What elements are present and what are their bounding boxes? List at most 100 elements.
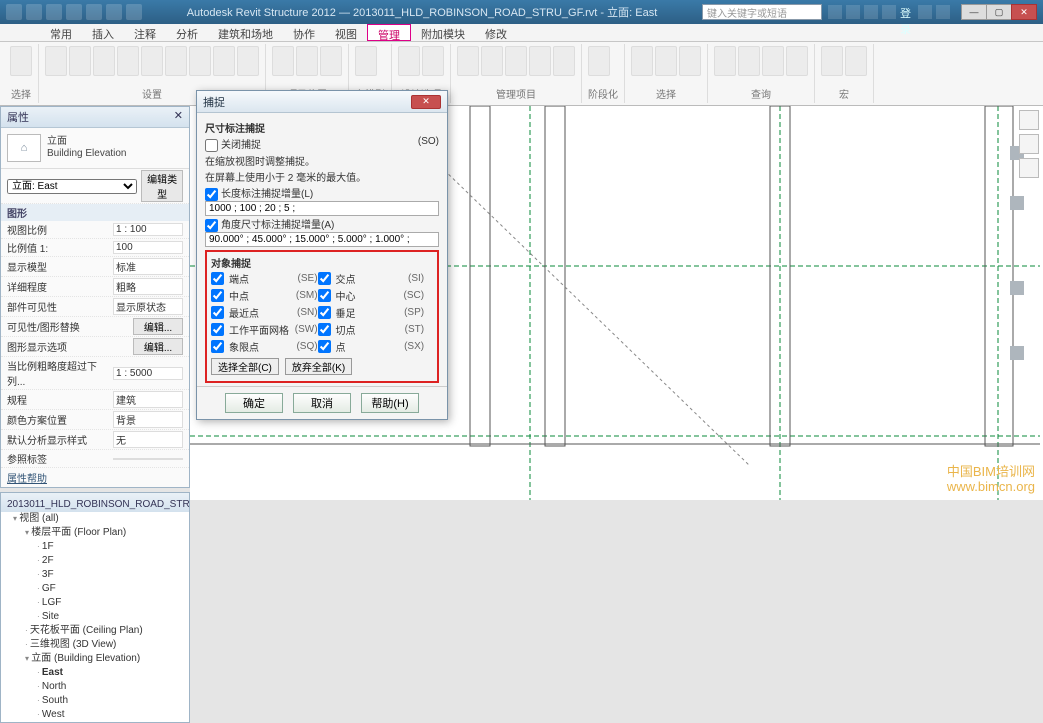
- ribbon-button[interactable]: [631, 46, 653, 76]
- angle-inc-input[interactable]: [205, 232, 439, 247]
- instance-selector[interactable]: 立面: East: [7, 179, 137, 194]
- ribbon-button[interactable]: [679, 46, 701, 76]
- snap-checkbox[interactable]: 交点(SI): [318, 270, 425, 287]
- tree-node[interactable]: 三维视图 (3D View): [25, 638, 189, 652]
- snap-checkbox[interactable]: 工作平面网格(SW): [211, 321, 318, 338]
- snap-checkbox[interactable]: 端点(SE): [211, 270, 318, 287]
- ribbon-button[interactable]: [93, 46, 115, 76]
- snap-checkbox[interactable]: 中点(SM): [211, 287, 318, 304]
- nav-wheel-icon[interactable]: [1019, 134, 1039, 154]
- tree-node[interactable]: 2F: [37, 554, 189, 568]
- angle-inc-checkbox[interactable]: 角度尺寸标注捕捉增量(A): [205, 220, 334, 231]
- ribbon-button[interactable]: [821, 46, 843, 76]
- ribbon-button[interactable]: [738, 46, 760, 76]
- qat-icon[interactable]: [126, 4, 142, 20]
- snap-off-checkbox[interactable]: 关闭捕捉 (SO): [205, 140, 261, 151]
- ribbon-button[interactable]: [237, 46, 259, 76]
- tree-node[interactable]: 3F: [37, 568, 189, 582]
- nav-pan-icon[interactable]: [1019, 158, 1039, 178]
- property-value[interactable]: 1 : 5000: [113, 367, 183, 380]
- ribbon-button[interactable]: [296, 46, 318, 76]
- menu-tab[interactable]: 附加模块: [411, 24, 475, 41]
- ribbon-button[interactable]: [320, 46, 342, 76]
- menu-tab[interactable]: 视图: [325, 24, 367, 41]
- tree-node[interactable]: 楼层平面 (Floor Plan): [25, 526, 189, 540]
- search-input[interactable]: 键入关键字或短语: [702, 4, 822, 20]
- dialog-close-button[interactable]: ✕: [411, 95, 441, 109]
- deselect-all-button[interactable]: 放弃全部(K): [285, 358, 352, 375]
- property-value[interactable]: 建筑: [113, 391, 183, 408]
- ribbon-button[interactable]: [213, 46, 235, 76]
- ribbon-button[interactable]: [117, 46, 139, 76]
- minimize-button[interactable]: —: [961, 4, 987, 20]
- snap-checkbox[interactable]: 垂足(SP): [318, 304, 425, 321]
- palette-close-icon[interactable]: ✕: [174, 109, 183, 125]
- ribbon-button[interactable]: [505, 46, 527, 76]
- qat-icon[interactable]: [26, 4, 42, 20]
- length-inc-checkbox[interactable]: 长度标注捕捉增量(L): [205, 189, 313, 200]
- select-all-button[interactable]: 选择全部(C): [211, 358, 279, 375]
- tree-node[interactable]: 1F: [37, 540, 189, 554]
- properties-help-link[interactable]: 属性帮助: [1, 468, 189, 487]
- qat-icon[interactable]: [106, 4, 122, 20]
- view-cube-tools[interactable]: [1019, 110, 1041, 178]
- property-value[interactable]: [113, 458, 183, 460]
- menu-tab[interactable]: 常用: [40, 24, 82, 41]
- tree-node[interactable]: South: [37, 694, 189, 708]
- edit-type-button[interactable]: 编辑类型: [141, 170, 183, 202]
- ribbon-button[interactable]: [422, 46, 444, 76]
- property-value[interactable]: 标准: [113, 258, 183, 275]
- ribbon-button[interactable]: [845, 46, 867, 76]
- ok-button[interactable]: 确定: [225, 393, 283, 413]
- tree-node[interactable]: LGF: [37, 596, 189, 610]
- property-edit-button[interactable]: 编辑...: [133, 338, 183, 355]
- quick-access-toolbar[interactable]: [6, 4, 142, 20]
- ribbon-button[interactable]: [553, 46, 575, 76]
- snap-checkbox[interactable]: 点(SX): [318, 338, 425, 355]
- ribbon-button[interactable]: [45, 46, 67, 76]
- snap-checkbox[interactable]: 象限点(SQ): [211, 338, 318, 355]
- tree-node[interactable]: Site: [37, 610, 189, 624]
- snap-checkbox[interactable]: 中心(SC): [318, 287, 425, 304]
- property-value[interactable]: 背景: [113, 411, 183, 428]
- ribbon-button[interactable]: [141, 46, 163, 76]
- property-value[interactable]: 粗略: [113, 278, 183, 295]
- tree-node[interactable]: 天花板平面 (Ceiling Plan): [25, 624, 189, 638]
- browser-tree[interactable]: 视图 (all)楼层平面 (Floor Plan)1F2F3FGFLGFSite…: [1, 512, 189, 722]
- tree-node[interactable]: 视图 (all): [13, 512, 189, 526]
- menu-tab[interactable]: 协作: [283, 24, 325, 41]
- ribbon-button[interactable]: [189, 46, 211, 76]
- info-icon[interactable]: [846, 5, 860, 19]
- maximize-button[interactable]: ▢: [986, 4, 1012, 20]
- ribbon-button[interactable]: [786, 46, 808, 76]
- menu-tab[interactable]: 插入: [82, 24, 124, 41]
- ribbon-button[interactable]: [714, 46, 736, 76]
- menu-tab[interactable]: 建筑和场地: [208, 24, 283, 41]
- qat-icon[interactable]: [6, 4, 22, 20]
- ribbon-button[interactable]: [272, 46, 294, 76]
- ribbon-button[interactable]: [529, 46, 551, 76]
- menu-tab[interactable]: 修改: [475, 24, 517, 41]
- property-value[interactable]: 1 : 100: [113, 223, 183, 236]
- ribbon-button[interactable]: [481, 46, 503, 76]
- login-link[interactable]: 登录: [900, 5, 914, 19]
- globe-icon[interactable]: [918, 5, 932, 19]
- ribbon-button[interactable]: [69, 46, 91, 76]
- star-icon[interactable]: [864, 5, 878, 19]
- help-button[interactable]: 帮助(H): [361, 393, 419, 413]
- tree-node[interactable]: 立面 (Building Elevation): [25, 652, 189, 666]
- tree-node[interactable]: West: [37, 708, 189, 722]
- close-button[interactable]: ✕: [1011, 4, 1037, 20]
- qat-icon[interactable]: [46, 4, 62, 20]
- tree-node[interactable]: GF: [37, 582, 189, 596]
- ribbon-button[interactable]: [165, 46, 187, 76]
- ribbon-button[interactable]: [588, 46, 610, 76]
- qat-icon[interactable]: [66, 4, 82, 20]
- qat-icon[interactable]: [86, 4, 102, 20]
- snap-checkbox[interactable]: 切点(ST): [318, 321, 425, 338]
- property-edit-button[interactable]: 编辑...: [133, 318, 183, 335]
- menu-tab[interactable]: 注释: [124, 24, 166, 41]
- nav-home-icon[interactable]: [1019, 110, 1039, 130]
- menu-tab[interactable]: 管理: [367, 24, 411, 41]
- property-value[interactable]: 显示原状态: [113, 298, 183, 315]
